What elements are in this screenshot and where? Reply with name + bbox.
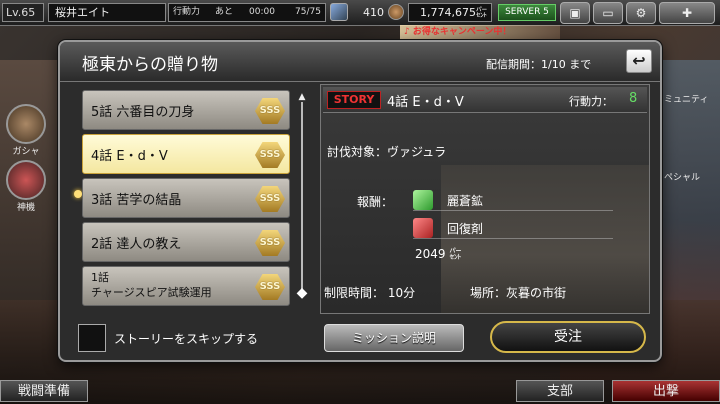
scroll-thumb-icon[interactable]: ◆ bbox=[296, 286, 308, 300]
gem-icon bbox=[330, 3, 348, 21]
special-label[interactable]: ペシャル bbox=[664, 170, 700, 183]
story-mission-dialog: 極東からの贈り物 配信期間：1/10 まで ↩ 5話 六番目の刀身 SSS 4話… bbox=[58, 40, 662, 362]
money-display: 1,774,675㌫ bbox=[408, 3, 492, 22]
stamina-display: 行動力 あと 00:00 75/75 bbox=[168, 3, 326, 22]
story-label: 2話 達人の教え bbox=[91, 237, 182, 252]
monitor-icon[interactable]: ▭ bbox=[593, 2, 623, 24]
mission-description-button[interactable]: ミッション説明 bbox=[324, 324, 464, 352]
story-scrollbar[interactable]: ▲ ◆ bbox=[296, 92, 308, 304]
reward-item: 麗蒼鉱 bbox=[413, 189, 613, 211]
story-label: 3話 苦学の結晶 bbox=[91, 193, 182, 208]
skip-story-checkbox[interactable] bbox=[78, 324, 106, 352]
detail-header: STORY 4話 E・d・V 行動力： 8 bbox=[323, 87, 647, 113]
reward-name: 回復剤 bbox=[447, 222, 484, 236]
coin-icon bbox=[388, 4, 404, 20]
back-icon[interactable]: ↩ bbox=[626, 49, 652, 73]
story-subtitle: チャージスピア試験運用 bbox=[91, 286, 212, 299]
campaign-banner[interactable]: ♪ お得なキャンペーン中！ bbox=[400, 25, 560, 39]
gem-count: 410 bbox=[363, 6, 384, 19]
money-reward: 2049 ㌫ bbox=[415, 247, 462, 261]
story-label: 5話 六番目の刀身 bbox=[91, 105, 195, 120]
story-list: 5話 六番目の刀身 SSS 4話 E・d・V SSS 3話 苦学の結晶 SSS … bbox=[82, 90, 290, 322]
accept-button[interactable]: 受注 bbox=[490, 321, 646, 353]
story-tag: STORY bbox=[327, 91, 381, 109]
stamina-label: 行動力 bbox=[173, 7, 201, 17]
rank-badge: SSS bbox=[255, 274, 285, 300]
mission-detail-panel: STORY 4話 E・d・V 行動力： 8 討伐対象：ヴァジュラ 報酬： 麗蒼鉱… bbox=[320, 84, 650, 314]
briefcase-icon[interactable]: ▣ bbox=[560, 2, 590, 24]
money-value: 1,774,675 bbox=[420, 6, 476, 19]
sortie-button[interactable]: 出撃 bbox=[612, 380, 720, 402]
action-cost-label: 行動力： bbox=[569, 95, 613, 108]
scroll-up-icon[interactable]: ▲ bbox=[296, 92, 308, 102]
branch-button[interactable]: 支部 bbox=[516, 380, 604, 402]
gacha-label: ガシャ bbox=[12, 147, 40, 157]
gamepad-icon[interactable]: ✚ bbox=[659, 2, 715, 24]
story-item-3[interactable]: 3話 苦学の結晶 SSS bbox=[82, 178, 290, 218]
story-item-2[interactable]: 2話 達人の教え SSS bbox=[82, 222, 290, 262]
reward-label: 報酬： bbox=[357, 195, 394, 209]
episode-title: 4話 E・d・V bbox=[387, 95, 464, 110]
selection-indicator bbox=[74, 190, 82, 198]
money-unit: ㌫ bbox=[476, 6, 487, 19]
story-item-1[interactable]: 1話 チャージスピア試験運用 SSS bbox=[82, 266, 290, 306]
stamina-timer: 00:00 bbox=[249, 7, 275, 17]
story-label: 1話 チャージスピア試験運用 bbox=[91, 270, 212, 300]
location: 場所：灰暮の市街 bbox=[470, 286, 567, 300]
target-enemy: 討伐対象：ヴァジュラ bbox=[327, 145, 447, 159]
reward-item: 回復剤 bbox=[413, 217, 613, 239]
rank-badge: SSS bbox=[255, 186, 285, 212]
rank-badge: SSS bbox=[255, 98, 285, 124]
stamina-value: 75/75 bbox=[295, 7, 321, 17]
top-status-bar: Lv.65 桜井エイト 行動力 あと 00:00 75/75 410 1,774… bbox=[0, 0, 720, 26]
skip-story-label: ストーリーをスキップする bbox=[114, 332, 259, 346]
dialog-title: 極東からの贈り物 bbox=[82, 55, 218, 75]
potion-icon bbox=[413, 218, 433, 238]
community-label[interactable]: ミュニティ bbox=[664, 92, 708, 105]
distribution-period: 配信期間：1/10 まで bbox=[486, 58, 592, 71]
story-item-5[interactable]: 5話 六番目の刀身 SSS bbox=[82, 90, 290, 130]
scroll-track[interactable] bbox=[301, 102, 303, 292]
stamina-ato: あと bbox=[215, 7, 234, 17]
player-level: Lv.65 bbox=[2, 3, 44, 22]
time-limit: 制限時間： 10分 bbox=[324, 286, 416, 300]
gacha-menu[interactable]: ガシャ bbox=[2, 104, 50, 157]
story-number: 1話 bbox=[91, 271, 109, 284]
shinki-icon bbox=[6, 160, 46, 200]
server-badge: SERVER 5 bbox=[498, 4, 556, 21]
shinki-label: 神機 bbox=[16, 203, 35, 213]
story-item-4[interactable]: 4話 E・d・V SSS bbox=[82, 134, 290, 174]
reward-name: 麗蒼鉱 bbox=[447, 194, 484, 208]
player-name: 桜井エイト bbox=[48, 3, 166, 22]
shinki-menu[interactable]: 神機 bbox=[2, 160, 50, 213]
gacha-icon bbox=[6, 104, 46, 144]
action-cost-value: 8 bbox=[629, 91, 638, 106]
ore-icon bbox=[413, 190, 433, 210]
mission-info-footer: 制限時間： 10分 場所：灰暮の市街 bbox=[320, 284, 650, 304]
dialog-header: 極東からの贈り物 配信期間：1/10 まで ↩ bbox=[60, 42, 660, 82]
rank-badge: SSS bbox=[255, 230, 285, 256]
battle-prep-button[interactable]: 戦闘準備 bbox=[0, 380, 88, 402]
rank-badge: SSS bbox=[255, 142, 285, 168]
settings-icon[interactable]: ⚙ bbox=[626, 2, 656, 24]
story-label: 4話 E・d・V bbox=[91, 149, 168, 164]
